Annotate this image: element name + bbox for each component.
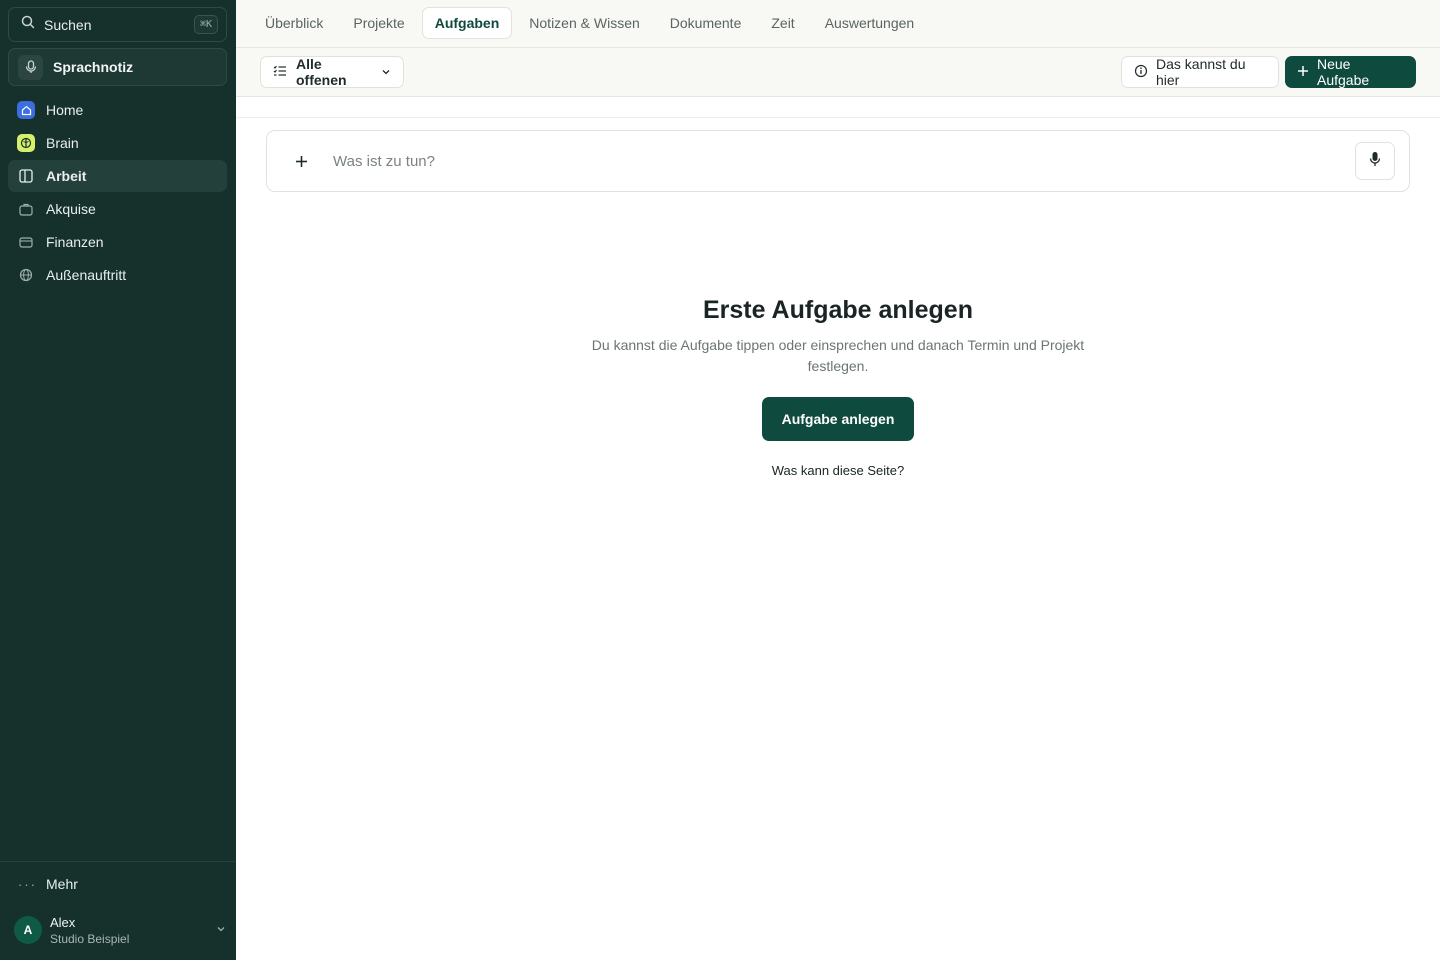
chevron-down-icon xyxy=(381,64,391,80)
tab-ueberblick[interactable]: Überblick xyxy=(252,7,336,39)
tab-notizen-wissen[interactable]: Notizen & Wissen xyxy=(516,7,652,39)
voice-note-label: Sprachnotiz xyxy=(53,59,134,75)
sidebar-item-brain[interactable]: Brain xyxy=(8,127,227,159)
sidebar-item-home[interactable]: Home xyxy=(8,94,227,126)
sidebar-item-label: Arbeit xyxy=(46,168,87,184)
search-label: Suchen xyxy=(44,16,92,33)
search-input[interactable]: Suchen ⌘K xyxy=(8,7,227,42)
user-name: Alex xyxy=(50,914,76,930)
tab-auswertungen[interactable]: Auswertungen xyxy=(812,7,928,39)
new-task-button[interactable]: Neue Aufgabe xyxy=(1285,56,1416,88)
create-task-button[interactable]: Aufgabe anlegen xyxy=(761,397,915,441)
sidebar-item-label: Außenauftritt xyxy=(46,267,127,283)
microphone-icon xyxy=(1369,151,1381,172)
user-org: Studio Beispiel xyxy=(50,931,130,946)
microphone-icon xyxy=(18,54,43,80)
more-icon: ··· xyxy=(18,876,37,892)
sidebar-item-label: Home xyxy=(46,102,84,118)
sidebar-item-arbeit[interactable]: Arbeit xyxy=(8,160,227,192)
filter-dropdown[interactable]: Alle offenen xyxy=(260,56,404,88)
tab-zeit[interactable]: Zeit xyxy=(758,7,807,39)
voice-note-button[interactable]: Sprachnotiz xyxy=(8,48,227,86)
columns-icon xyxy=(17,167,35,185)
quick-add-input[interactable] xyxy=(333,152,1355,170)
sidebar-item-label: Finanzen xyxy=(46,234,104,250)
sidebar-nav: Home Brain Arbeit Akquise Finanzen Außen… xyxy=(8,94,227,292)
user-menu[interactable]: A Alex Studio Beispiel xyxy=(14,912,226,948)
tab-projekte[interactable]: Projekte xyxy=(340,7,417,39)
tab-list: Überblick Projekte Aufgaben Notizen & Wi… xyxy=(252,7,931,39)
empty-state-title: Erste Aufgabe anlegen xyxy=(703,296,973,324)
sidebar: Suchen ⌘K Sprachnotiz Home Brain Arbeit xyxy=(0,0,236,960)
brain-icon xyxy=(17,134,35,152)
filter-label: Alle offenen xyxy=(296,56,347,88)
sidebar-item-akquise[interactable]: Akquise xyxy=(8,193,227,225)
globe-icon xyxy=(17,266,35,284)
sidebar-item-label: Brain xyxy=(46,135,79,151)
plus-icon[interactable] xyxy=(293,153,309,169)
tab-aufgaben[interactable]: Aufgaben xyxy=(421,7,513,39)
more-label: Mehr xyxy=(46,876,78,892)
avatar: A xyxy=(14,916,42,944)
top-tabs-bar: Überblick Projekte Aufgaben Notizen & Wi… xyxy=(236,0,1440,48)
chevron-down-icon xyxy=(216,921,226,939)
sidebar-item-aussenauftritt[interactable]: Außenauftritt xyxy=(8,259,227,291)
wallet-icon xyxy=(17,233,35,251)
new-task-label: Neue Aufgabe xyxy=(1317,56,1370,88)
sidebar-item-label: Akquise xyxy=(46,201,96,217)
toolbar: Alle offenen Das kannst du hier Neue Auf… xyxy=(236,48,1440,97)
dictate-button[interactable] xyxy=(1355,142,1395,180)
user-meta: Alex Studio Beispiel xyxy=(50,915,216,946)
tab-dokumente[interactable]: Dokumente xyxy=(657,7,755,39)
empty-state: Erste Aufgabe anlegen Du kannst die Aufg… xyxy=(566,296,1110,478)
briefcase-icon xyxy=(17,200,35,218)
search-icon xyxy=(21,15,35,34)
info-icon xyxy=(1134,64,1148,81)
divider xyxy=(236,117,1440,118)
sidebar-divider xyxy=(0,861,236,862)
sidebar-item-finanzen[interactable]: Finanzen xyxy=(8,226,227,258)
help-button[interactable]: Das kannst du hier xyxy=(1121,56,1279,88)
more-button[interactable]: ··· Mehr xyxy=(18,876,78,892)
empty-state-description: Du kannst die Aufgabe tippen oder einspr… xyxy=(591,337,1085,374)
search-shortcut: ⌘K xyxy=(193,15,218,34)
home-icon xyxy=(17,101,35,119)
page-help-link[interactable]: Was kann diese Seite? xyxy=(566,463,1110,478)
quick-add-bar xyxy=(266,130,1410,192)
checklist-icon xyxy=(273,64,287,80)
plus-icon xyxy=(1297,64,1309,80)
help-label: Das kannst du hier xyxy=(1156,56,1246,88)
